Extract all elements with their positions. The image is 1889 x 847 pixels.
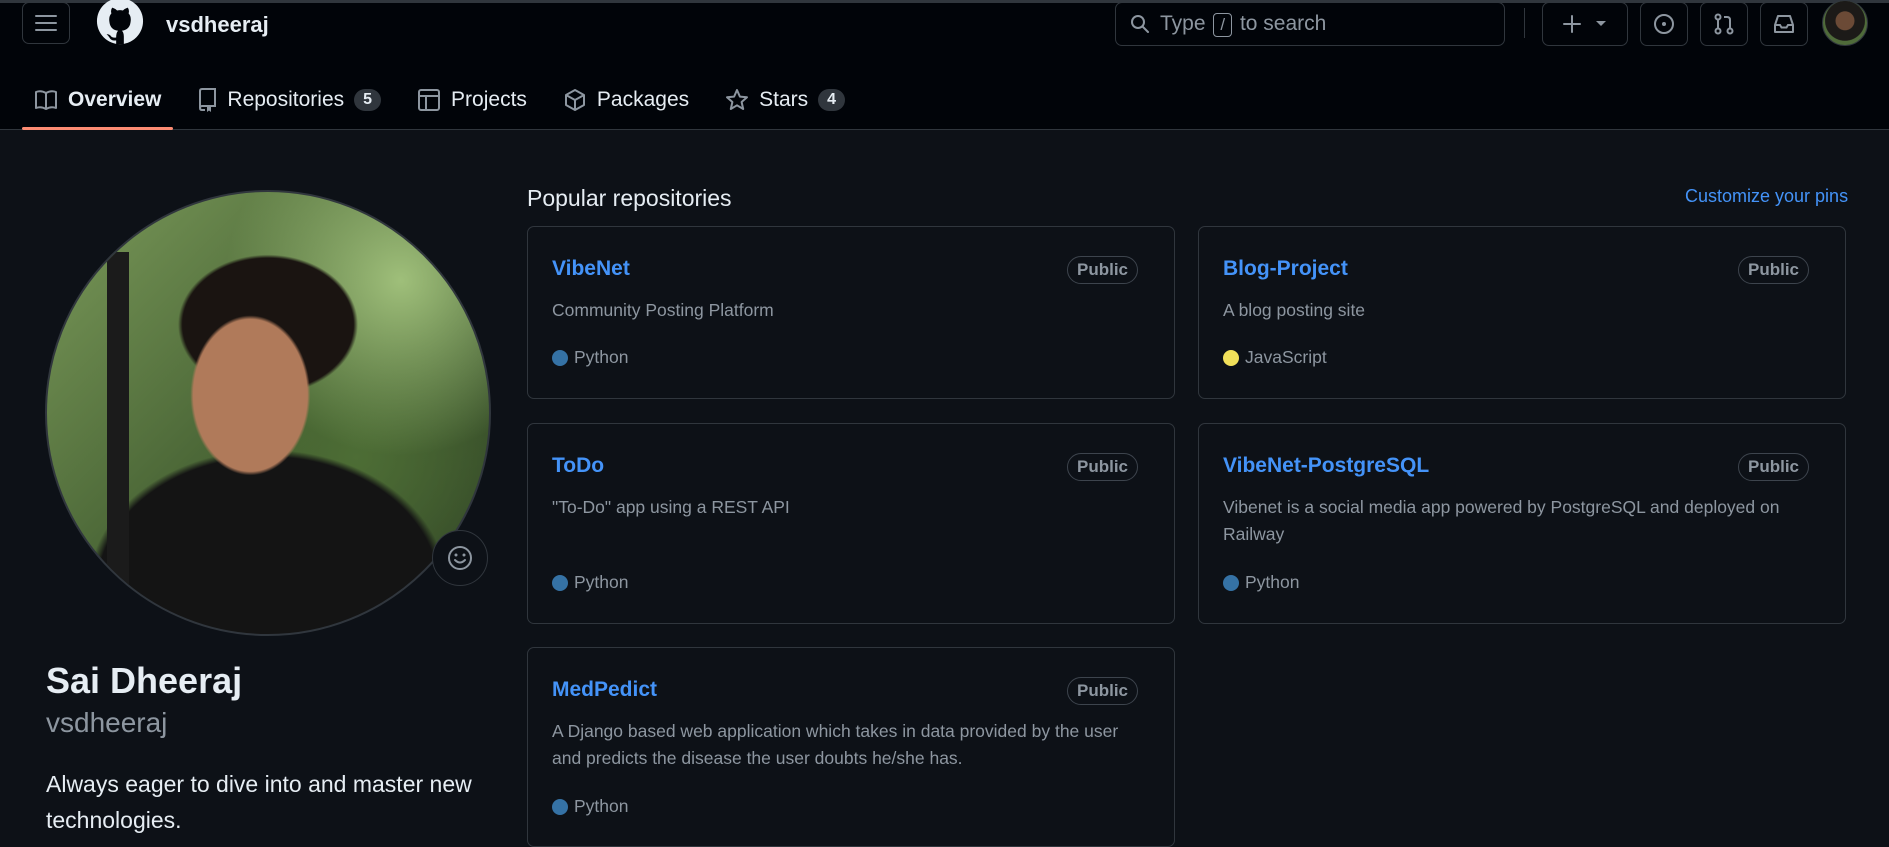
repo-description: A blog posting site xyxy=(1223,300,1366,320)
profile-photo xyxy=(45,190,491,636)
language-label: Python xyxy=(1245,572,1300,592)
language-color-dot xyxy=(552,349,568,366)
tab-projects[interactable]: Projects xyxy=(405,70,539,130)
repo-name-link[interactable]: MedPedict xyxy=(552,678,657,702)
tab-label: Projects xyxy=(451,88,527,111)
repo-name-link[interactable]: VibeNet-PostgreSQL xyxy=(1223,454,1429,478)
repo-card: Blog-Project Public A blog posting site … xyxy=(1198,226,1846,399)
repo-description: "To-Do" app using a REST API xyxy=(552,497,790,517)
visibility-badge: Public xyxy=(1737,453,1809,481)
repo-description: Vibenet is a social media app powered by… xyxy=(1223,497,1780,544)
profile-bio: Always eager to dive into and master new… xyxy=(46,771,472,833)
tab-label: Stars xyxy=(759,88,809,111)
photo-detail xyxy=(107,252,129,592)
language-color-dot xyxy=(1223,574,1239,591)
create-new-button[interactable] xyxy=(1542,2,1628,46)
search-input[interactable]: Type / to search xyxy=(1115,2,1505,46)
tab-repositories[interactable]: Repositories 5 xyxy=(185,70,393,130)
issue-opened-icon xyxy=(1654,14,1674,34)
repo-description: Community Posting Platform xyxy=(552,300,774,320)
repo-language: Python xyxy=(1223,572,1299,593)
github-logo-icon[interactable] xyxy=(95,0,145,48)
language-color-dot xyxy=(552,798,568,815)
repo-language: Python xyxy=(552,796,628,817)
repo-name-link[interactable]: VibeNet xyxy=(552,257,630,281)
stars-count: 4 xyxy=(818,89,846,111)
tab-label: Repositories xyxy=(227,88,345,111)
repositories-count: 5 xyxy=(354,89,382,111)
visibility-badge: Public xyxy=(1066,453,1138,481)
repo-language: JavaScript xyxy=(1223,347,1327,368)
pull-requests-button[interactable] xyxy=(1700,2,1748,46)
triangle-down-icon xyxy=(1596,21,1606,26)
search-placeholder-prefix: Type xyxy=(1160,11,1206,35)
tab-label: Overview xyxy=(68,88,162,111)
repo-card: VibeNet-PostgreSQL Public Vibenet is a s… xyxy=(1198,423,1846,624)
tab-packages[interactable]: Packages xyxy=(551,70,701,130)
tab-stars[interactable]: Stars 4 xyxy=(713,70,857,130)
visibility-badge: Public xyxy=(1066,677,1138,705)
issues-button[interactable] xyxy=(1640,2,1688,46)
search-placeholder-suffix: to search xyxy=(1239,11,1327,35)
hamburger-icon xyxy=(35,15,57,31)
search-icon xyxy=(1131,15,1149,33)
global-header: vsdheeraj Type / to search Overview Repo… xyxy=(0,0,1889,130)
visibility-badge: Public xyxy=(1066,256,1138,284)
repo-icon xyxy=(199,88,217,112)
search-shortcut-key: / xyxy=(1213,12,1233,37)
tab-label: Packages xyxy=(596,88,690,111)
language-label: Python xyxy=(574,347,629,367)
repo-name-link[interactable]: ToDo xyxy=(552,454,604,478)
repo-card: VibeNet Public Community Posting Platfor… xyxy=(527,226,1175,399)
language-label: JavaScript xyxy=(1245,347,1327,367)
repo-name-link[interactable]: Blog-Project xyxy=(1223,257,1348,281)
table-icon xyxy=(418,89,441,111)
header-divider xyxy=(1524,8,1525,38)
menu-button[interactable] xyxy=(22,2,70,44)
inbox-icon xyxy=(1774,15,1794,33)
book-icon xyxy=(35,90,57,110)
user-avatar[interactable] xyxy=(1822,0,1868,46)
visibility-badge: Public xyxy=(1737,256,1809,284)
popular-repos-title: Popular repositories xyxy=(527,185,732,211)
inbox-button[interactable] xyxy=(1760,2,1808,46)
profile-full-name: Sai Dheeraj xyxy=(46,660,243,701)
profile-login: vsdheeraj xyxy=(46,707,168,738)
repo-language: Python xyxy=(552,347,628,368)
repo-language: Python xyxy=(552,572,628,593)
star-icon xyxy=(726,89,749,110)
set-status-button[interactable] xyxy=(432,530,488,586)
profile-tabs: Overview Repositories 5 Projects Package… xyxy=(22,70,869,130)
repo-description: A Django based web application which tak… xyxy=(552,721,1119,768)
git-pull-request-icon xyxy=(1714,13,1734,35)
language-color-dot xyxy=(552,574,568,591)
package-icon xyxy=(564,89,585,111)
language-label: Python xyxy=(574,796,629,816)
language-color-dot xyxy=(1223,349,1239,366)
repo-card: MedPedict Public A Django based web appl… xyxy=(527,647,1175,847)
smiley-icon xyxy=(448,546,472,570)
tab-overview[interactable]: Overview xyxy=(22,70,174,130)
header-username[interactable]: vsdheeraj xyxy=(166,12,269,38)
customize-pins-link[interactable]: Customize your pins xyxy=(1685,186,1848,207)
repo-card: ToDo Public "To-Do" app using a REST API… xyxy=(527,423,1175,624)
plus-icon xyxy=(1563,15,1581,33)
language-label: Python xyxy=(574,572,629,592)
